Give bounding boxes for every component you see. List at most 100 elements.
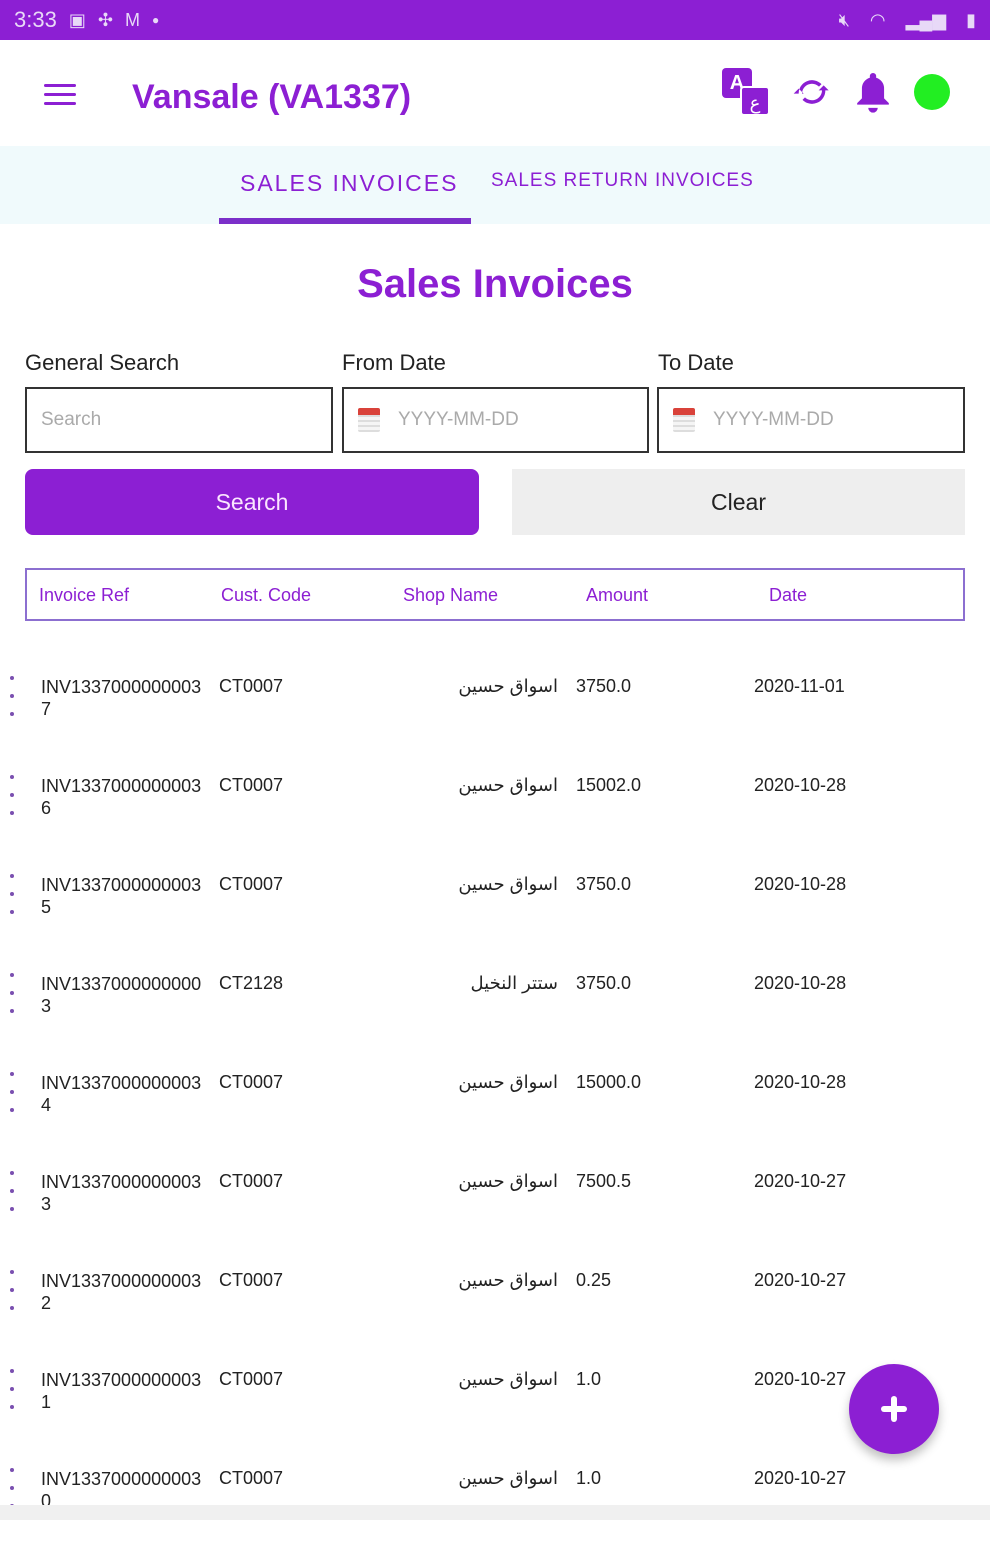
customer-code: CT0007 bbox=[219, 1072, 284, 1092]
bell-icon[interactable] bbox=[854, 71, 892, 113]
invoice-amount: 15002.0 bbox=[576, 775, 642, 795]
system-nav-bar bbox=[0, 1505, 990, 1520]
invoice-amount: 3750.0 bbox=[576, 973, 632, 993]
customer-code: CT0007 bbox=[219, 676, 284, 696]
shop-name: اسواق حسين bbox=[458, 874, 558, 894]
status-time: 3:33 bbox=[14, 7, 57, 32]
invoice-row[interactable]: INV13370000000037 CT0007 اسواق حسين 3750… bbox=[0, 676, 990, 775]
plus-icon-vertical bbox=[891, 1396, 897, 1422]
invoice-date: 2020-10-28 bbox=[754, 973, 847, 993]
app-title: Vansale (VA1337) bbox=[132, 78, 412, 116]
shop-name: اسواق حسين bbox=[458, 1072, 558, 1092]
invoice-amount: 1.0 bbox=[576, 1369, 602, 1389]
status-right-icons: 🔇︎ ◠ ▂▄▆ ▮ bbox=[839, 10, 976, 31]
invoice-amount: 15000.0 bbox=[576, 1072, 642, 1092]
invoice-amount: 3750.0 bbox=[576, 676, 632, 696]
tab-sales-return-invoices[interactable]: SALES RETURN INVOICES bbox=[491, 170, 754, 192]
shop-name: اسواق حسين bbox=[458, 1468, 558, 1488]
general-search-input[interactable] bbox=[41, 409, 331, 431]
invoice-ref: INV13370000000003 bbox=[41, 974, 202, 1016]
invoice-row[interactable]: INV13370000000032 CT0007 اسواق حسين 0.25… bbox=[0, 1270, 990, 1369]
invoice-row[interactable]: INV13370000000033 CT0007 اسواق حسين 7500… bbox=[0, 1171, 990, 1270]
more-options-icon[interactable] bbox=[0, 775, 24, 815]
invoice-amount: 1.0 bbox=[576, 1468, 602, 1488]
gallery-icon: ▣ bbox=[68, 9, 86, 30]
active-tab-indicator bbox=[219, 218, 471, 224]
translate-icon[interactable]: A ع bbox=[722, 68, 770, 116]
app-bar-actions: A ع bbox=[722, 68, 950, 116]
more-options-icon[interactable] bbox=[0, 1270, 24, 1310]
notification-dot-icon: ● bbox=[151, 13, 160, 27]
shop-name: اسواق حسين bbox=[458, 1270, 558, 1290]
invoice-row[interactable]: INV13370000000034 CT0007 اسواق حسين 1500… bbox=[0, 1072, 990, 1171]
invoice-row[interactable]: INV13370000000003 CT2128 ستتر النخيل 375… bbox=[0, 973, 990, 1072]
invoice-ref: INV13370000000031 bbox=[41, 1370, 202, 1412]
gmail-icon: M bbox=[124, 9, 140, 30]
slack-icon: ✣ bbox=[97, 9, 113, 30]
more-options-icon[interactable] bbox=[0, 1369, 24, 1409]
table-header: Invoice Ref Cust. Code Shop Name Amount … bbox=[25, 568, 965, 621]
hamburger-menu-icon[interactable] bbox=[44, 84, 76, 106]
column-header-amount[interactable]: Amount bbox=[586, 585, 648, 606]
invoice-ref: INV13370000000032 bbox=[41, 1271, 202, 1313]
shop-name: اسواق حسين bbox=[458, 1369, 558, 1389]
calendar-icon[interactable] bbox=[673, 408, 695, 432]
shop-name: اسواق حسين bbox=[458, 1171, 558, 1191]
column-header-date[interactable]: Date bbox=[769, 585, 807, 606]
page-heading: Sales Invoices bbox=[357, 262, 633, 306]
to-date-input[interactable] bbox=[713, 409, 963, 431]
invoice-ref: INV13370000000034 bbox=[41, 1073, 202, 1115]
general-search-label: General Search bbox=[25, 350, 180, 375]
wifi-icon: ◠ bbox=[869, 9, 886, 30]
invoice-ref: INV13370000000035 bbox=[41, 875, 202, 917]
more-options-icon[interactable] bbox=[0, 973, 24, 1013]
customer-code: CT2128 bbox=[219, 973, 284, 993]
to-date-field bbox=[657, 387, 965, 453]
search-button[interactable]: Search bbox=[25, 469, 479, 535]
invoice-date: 2020-10-27 bbox=[754, 1369, 847, 1389]
invoice-row[interactable]: INV13370000000036 CT0007 اسواق حسين 1500… bbox=[0, 775, 990, 874]
invoice-amount: 7500.5 bbox=[576, 1171, 632, 1191]
more-options-icon[interactable] bbox=[0, 874, 24, 914]
translate-icon-secondary: ع bbox=[740, 86, 770, 116]
add-invoice-button[interactable] bbox=[849, 1364, 939, 1454]
invoice-date: 2020-10-28 bbox=[754, 1072, 847, 1092]
invoice-date: 2020-10-27 bbox=[754, 1468, 847, 1488]
invoice-row[interactable]: INV13370000000031 CT0007 اسواق حسين 1.0 … bbox=[0, 1369, 990, 1468]
signal-icon: ▂▄▆ bbox=[905, 9, 947, 30]
invoice-row[interactable]: INV13370000000035 CT0007 اسواق حسين 3750… bbox=[0, 874, 990, 973]
from-date-label: From Date bbox=[342, 350, 446, 375]
more-options-icon[interactable] bbox=[0, 676, 24, 716]
invoice-date: 2020-10-27 bbox=[754, 1171, 847, 1191]
invoice-amount: 0.25 bbox=[576, 1270, 612, 1290]
invoice-ref: INV13370000000037 bbox=[41, 677, 202, 719]
invoice-date: 2020-10-28 bbox=[754, 874, 847, 894]
invoice-date: 2020-10-28 bbox=[754, 775, 847, 795]
invoice-date: 2020-10-27 bbox=[754, 1270, 847, 1290]
invoice-amount: 3750.0 bbox=[576, 874, 632, 894]
more-options-icon[interactable] bbox=[0, 1468, 24, 1508]
tab-bar: SALES INVOICES SALES RETURN INVOICES bbox=[0, 146, 990, 224]
shop-name: ستتر النخيل bbox=[470, 973, 558, 993]
customer-code: CT0007 bbox=[219, 1270, 284, 1290]
online-status-indicator bbox=[914, 74, 950, 110]
status-bar: 3:33 ▣ ✣ M ● 🔇︎ ◠ ▂▄▆ ▮ bbox=[0, 0, 990, 40]
shop-name: اسواق حسين bbox=[458, 676, 558, 696]
calendar-icon[interactable] bbox=[358, 408, 380, 432]
from-date-input[interactable] bbox=[398, 409, 647, 431]
mute-icon: 🔇︎ bbox=[838, 9, 850, 30]
clear-button[interactable]: Clear bbox=[512, 469, 965, 535]
column-header-invoice-ref[interactable]: Invoice Ref bbox=[39, 585, 129, 606]
column-header-cust-code[interactable]: Cust. Code bbox=[221, 585, 311, 606]
to-date-label: To Date bbox=[658, 350, 734, 375]
invoice-date: 2020-11-01 bbox=[754, 676, 845, 696]
more-options-icon[interactable] bbox=[0, 1171, 24, 1211]
customer-code: CT0007 bbox=[219, 874, 284, 894]
shop-name: اسواق حسين bbox=[458, 775, 558, 795]
customer-code: CT0007 bbox=[219, 1171, 284, 1191]
column-header-shop-name[interactable]: Shop Name bbox=[403, 585, 498, 606]
app-bar: Vansale (VA1337) A ع bbox=[0, 40, 990, 146]
tab-sales-invoices[interactable]: SALES INVOICES bbox=[240, 170, 458, 197]
more-options-icon[interactable] bbox=[0, 1072, 24, 1112]
sync-icon[interactable] bbox=[792, 72, 832, 112]
